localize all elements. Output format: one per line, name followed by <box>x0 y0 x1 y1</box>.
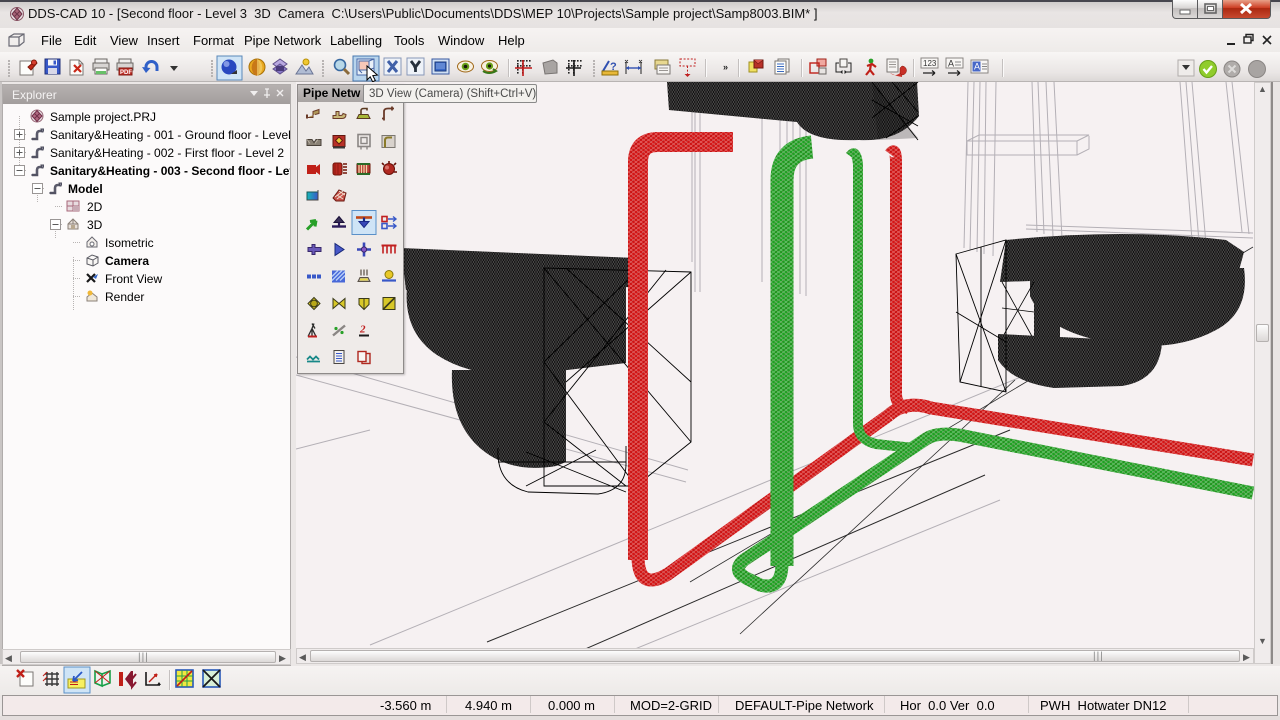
svg-text:PDF: PDF <box>120 70 132 76</box>
svg-text:»: » <box>723 62 728 72</box>
svg-text:?: ? <box>610 61 617 73</box>
svg-text:A: A <box>948 59 954 69</box>
svg-text:2: 2 <box>359 324 366 336</box>
svg-text:123: 123 <box>923 59 937 68</box>
svg-text:A: A <box>974 62 980 72</box>
